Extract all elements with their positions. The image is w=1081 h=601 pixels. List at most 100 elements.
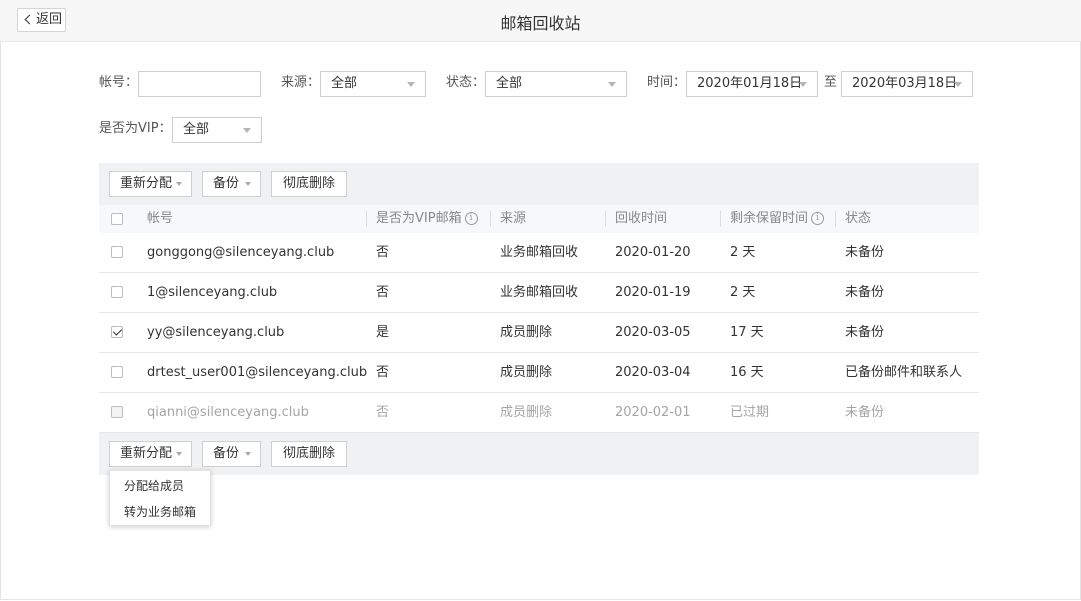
status-filter-label: 状态： (446, 75, 486, 90)
cell-status: 已备份邮件和联系人 (845, 365, 963, 380)
date-to-select[interactable]: 2020年03月18日 (841, 71, 973, 97)
backup-button[interactable]: 备份 (202, 171, 261, 197)
cell-source: 成员删除 (500, 365, 553, 380)
cell-account: qianni@silenceyang.club (147, 405, 309, 420)
column-divider (605, 211, 606, 227)
table-row-expired[interactable]: qianni@silenceyang.club 否 成员删除 2020-02-0… (99, 393, 979, 433)
cell-status: 未备份 (845, 405, 885, 420)
reassign-button-label: 重新分配 (120, 446, 173, 461)
cell-remaining-time: 2 天 (730, 245, 756, 260)
row-checkbox-checked[interactable] (111, 326, 123, 338)
source-filter-value: 全部 (331, 76, 358, 91)
column-header-is-vip: 是否为VIP邮箱 i (376, 205, 478, 233)
cell-status: 未备份 (845, 285, 885, 300)
row-checkbox[interactable] (111, 286, 123, 298)
column-header-remaining-time-label: 剩余保留时间 (730, 211, 809, 226)
permanent-delete-button-label: 彻底删除 (282, 446, 335, 461)
cell-account: yy@silenceyang.club (147, 325, 285, 340)
column-header-status: 状态 (845, 211, 872, 226)
cell-source: 成员删除 (500, 325, 553, 340)
top-bar: 返回 邮箱回收站 (0, 0, 1081, 42)
reassign-button[interactable]: 重新分配 (109, 171, 192, 197)
menu-item-assign-to-member[interactable]: 分配给成员 (110, 473, 210, 499)
bottom-action-toolbar: 重新分配 备份 彻底删除 (99, 433, 979, 475)
vip-filter-select[interactable]: 全部 (172, 117, 262, 143)
reassign-button[interactable]: 重新分配 (109, 441, 192, 467)
info-icon[interactable]: i (464, 212, 478, 225)
source-filter-select[interactable]: 全部 (320, 71, 426, 97)
cell-is-vip: 否 (376, 405, 390, 420)
cell-source: 业务邮箱回收 (500, 245, 579, 260)
backup-button-label: 备份 (213, 176, 240, 191)
caret-down-icon (799, 82, 807, 87)
date-range-separator: 至 (824, 75, 838, 90)
cell-account: 1@silenceyang.club (147, 285, 278, 300)
cell-recycle-time: 2020-01-20 (615, 245, 691, 260)
date-from-value: 2020年01月18日 (697, 76, 803, 91)
cell-remaining-time: 已过期 (730, 405, 770, 420)
cell-source: 业务邮箱回收 (500, 285, 579, 300)
row-checkbox[interactable] (111, 246, 123, 258)
permanent-delete-button[interactable]: 彻底删除 (271, 441, 347, 467)
table-row[interactable]: drtest_user001@silenceyang.club 否 成员删除 2… (99, 353, 979, 393)
top-action-toolbar: 重新分配 备份 彻底删除 (99, 163, 979, 205)
column-header-account: 帐号 (147, 211, 174, 226)
caret-down-icon (245, 182, 251, 186)
cell-is-vip: 否 (376, 285, 390, 300)
info-icon[interactable]: i (811, 212, 825, 225)
cell-source: 成员删除 (500, 405, 553, 420)
column-header-is-vip-label: 是否为VIP邮箱 (376, 211, 462, 226)
cell-is-vip: 是 (376, 325, 390, 340)
caret-down-icon (954, 82, 962, 87)
reassign-dropdown-menu: 分配给成员 转为业务邮箱 (109, 470, 211, 526)
cell-is-vip: 否 (376, 365, 390, 380)
row-checkbox[interactable] (111, 406, 123, 418)
permanent-delete-button-label: 彻底删除 (282, 176, 335, 191)
cell-remaining-time: 17 天 (730, 325, 764, 340)
source-filter-label: 来源： (281, 75, 321, 90)
cell-account: drtest_user001@silenceyang.club (147, 365, 368, 380)
column-divider (490, 211, 491, 227)
table-row[interactable]: yy@silenceyang.club 是 成员删除 2020-03-05 17… (99, 313, 979, 353)
date-from-select[interactable]: 2020年01月18日 (686, 71, 818, 97)
cell-status: 未备份 (845, 325, 885, 340)
cell-status: 未备份 (845, 245, 885, 260)
cell-remaining-time: 2 天 (730, 285, 756, 300)
date-to-value: 2020年03月18日 (852, 76, 958, 91)
cell-recycle-time: 2020-01-19 (615, 285, 691, 300)
menu-item-convert-to-business-mailbox[interactable]: 转为业务邮箱 (110, 499, 210, 525)
vip-filter-value: 全部 (183, 122, 210, 137)
table-row[interactable]: gonggong@silenceyang.club 否 业务邮箱回收 2020-… (99, 233, 979, 273)
caret-down-icon (245, 452, 251, 456)
cell-remaining-time: 16 天 (730, 365, 764, 380)
status-filter-value: 全部 (496, 76, 523, 91)
caret-down-icon (608, 82, 616, 87)
cell-recycle-time: 2020-02-01 (615, 405, 691, 420)
column-header-source: 来源 (500, 211, 527, 226)
cell-recycle-time: 2020-03-04 (615, 365, 691, 380)
caret-down-icon (243, 128, 251, 133)
table-row[interactable]: 1@silenceyang.club 否 业务邮箱回收 2020-01-19 2… (99, 273, 979, 313)
caret-down-icon (407, 82, 415, 87)
page-title: 邮箱回收站 (500, 14, 581, 33)
time-filter-label: 时间： (647, 75, 687, 90)
reassign-button-label: 重新分配 (120, 176, 173, 191)
column-header-recycle-time: 回收时间 (615, 211, 668, 226)
permanent-delete-button[interactable]: 彻底删除 (271, 171, 347, 197)
column-header-remaining-time: 剩余保留时间 i (730, 205, 825, 233)
vip-filter-label: 是否为VIP： (99, 121, 172, 136)
cell-is-vip: 否 (376, 245, 390, 260)
table-header: 帐号 是否为VIP邮箱 i 来源 回收时间 剩余保留时间 i 状态 (99, 205, 979, 234)
backup-button-label: 备份 (213, 446, 240, 461)
backup-button[interactable]: 备份 (202, 441, 261, 467)
column-divider (720, 211, 721, 227)
cell-account: gonggong@silenceyang.club (147, 245, 335, 260)
account-filter-label: 帐号： (99, 75, 139, 90)
column-divider (366, 211, 367, 227)
select-all-checkbox[interactable] (111, 213, 123, 225)
account-filter-input[interactable] (138, 71, 261, 97)
column-divider (835, 211, 836, 227)
status-filter-select[interactable]: 全部 (485, 71, 627, 97)
row-checkbox[interactable] (111, 366, 123, 378)
caret-down-icon (176, 182, 182, 186)
